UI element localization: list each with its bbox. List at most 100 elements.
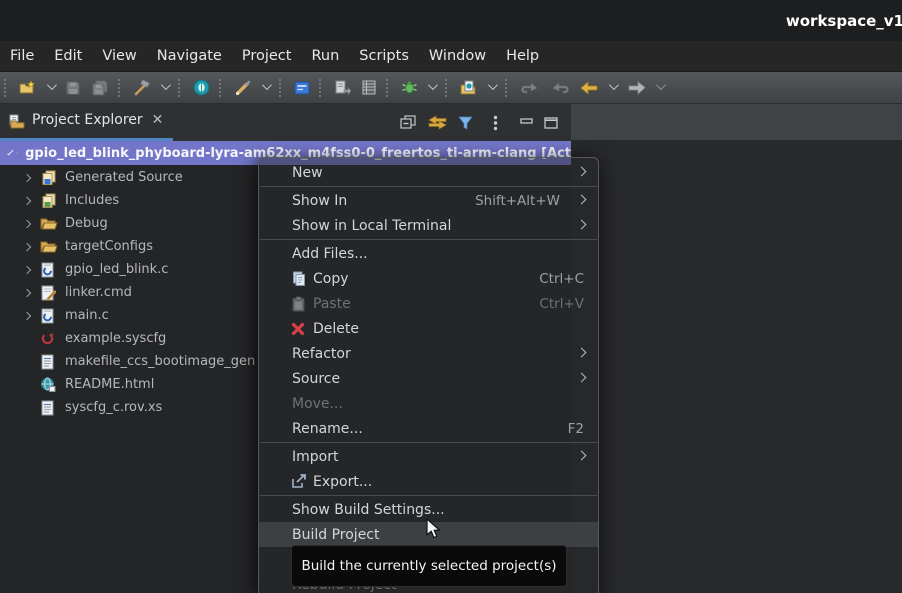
menu-item-delete[interactable]: Delete <box>259 316 598 341</box>
expander-icon[interactable] <box>23 196 31 204</box>
menu-run[interactable]: Run <box>301 43 349 69</box>
back-history-button[interactable] <box>517 79 543 97</box>
menu-item-show-in[interactable]: Show In Shift+Alt+W <box>259 188 598 213</box>
submenu-arrow-icon <box>577 373 587 383</box>
editor-area <box>571 104 902 593</box>
main-toolbar <box>0 72 902 104</box>
new-wizard-dropdown-icon[interactable] <box>47 80 57 90</box>
generated-source-icon <box>40 170 58 186</box>
collapse-all-button[interactable] <box>400 115 417 130</box>
debug-bug-button[interactable] <box>398 78 421 97</box>
gray-forward-arrow-icon <box>627 81 646 95</box>
tree-item-label: README.html <box>65 377 154 392</box>
toolbar-separator <box>505 79 509 97</box>
last-edit-back-button[interactable] <box>577 79 602 97</box>
debug-launch-button[interactable] <box>190 77 213 98</box>
shortcut-label: Ctrl+C <box>539 271 586 287</box>
tree-item-label: linker.cmd <box>65 285 132 300</box>
shortcut-label: Shift+Alt+W <box>475 193 586 209</box>
copy-resource-button[interactable] <box>331 78 354 98</box>
text-file-icon <box>40 354 55 370</box>
toolbar-separator <box>219 79 223 97</box>
menu-view[interactable]: View <box>92 43 146 69</box>
back-dropdown-icon[interactable] <box>609 80 619 90</box>
flash-dropdown-icon[interactable] <box>262 80 272 90</box>
application-window: workspace_v1 File Edit View Navigate Pro… <box>0 0 902 593</box>
c-file-icon <box>40 308 55 324</box>
shortcut-label: F2 <box>568 421 586 437</box>
registers-icon <box>361 80 377 95</box>
toolbar-separator <box>319 79 323 97</box>
menu-item-refactor[interactable]: Refactor <box>259 341 598 366</box>
link-with-editor-button[interactable] <box>428 115 447 130</box>
toolbar-separator <box>279 79 283 97</box>
menu-help[interactable]: Help <box>496 43 549 69</box>
shortcut-label: Ctrl+V <box>539 296 586 312</box>
build-dropdown-icon[interactable] <box>161 80 171 90</box>
menu-item-move[interactable]: Move... <box>259 391 598 416</box>
next-edit-forward-button[interactable] <box>624 79 649 97</box>
menu-item-show-in-local-terminal[interactable]: Show in Local Terminal <box>259 213 598 238</box>
debug-bug-dropdown-icon[interactable] <box>428 80 438 90</box>
tab-project-explorer[interactable]: Project Explorer ✕ <box>0 104 173 141</box>
expander-icon[interactable] <box>7 148 13 154</box>
yellow-back-arrow-icon <box>580 81 599 95</box>
minimize-button[interactable] <box>520 118 533 128</box>
menu-item-new[interactable]: New <box>259 160 598 185</box>
menu-item-source[interactable]: Source <box>259 366 598 391</box>
flash-button[interactable] <box>231 78 255 98</box>
hammer-icon <box>133 80 151 96</box>
expander-icon[interactable] <box>23 219 31 227</box>
view-menu-button[interactable] <box>493 115 498 131</box>
load-program-dropdown-icon[interactable] <box>488 80 498 90</box>
submenu-arrow-icon <box>577 220 587 230</box>
expander-icon[interactable] <box>23 311 31 319</box>
new-folder-icon <box>19 80 37 96</box>
toolbar-separator <box>4 79 8 97</box>
console-button[interactable] <box>291 79 313 97</box>
menu-scripts[interactable]: Scripts <box>349 43 419 69</box>
menu-item-paste[interactable]: Paste Ctrl+V <box>259 291 598 316</box>
close-tab-icon[interactable]: ✕ <box>152 112 164 128</box>
maximize-button[interactable] <box>544 117 558 129</box>
project-explorer-tab-strip: Project Explorer ✕ <box>0 104 571 141</box>
tree-item-label: main.c <box>65 308 109 323</box>
folder-icon <box>40 216 58 231</box>
save-button[interactable] <box>62 78 84 98</box>
flash-pen-icon <box>234 80 252 96</box>
menu-navigate[interactable]: Navigate <box>147 43 232 69</box>
build-button[interactable] <box>130 78 154 98</box>
load-program-button[interactable] <box>457 78 481 98</box>
expander-icon[interactable] <box>23 288 31 296</box>
copy-icon <box>291 271 307 287</box>
new-wizard-button[interactable] <box>16 78 40 98</box>
expander-icon[interactable] <box>23 242 31 250</box>
folder-icon <box>40 239 58 254</box>
syscfg-file-icon <box>40 331 55 346</box>
forward-arrow-icon <box>550 81 570 95</box>
menu-item-rename[interactable]: Rename... F2 <box>259 416 598 441</box>
menu-item-add-files[interactable]: Add Files... <box>259 241 598 266</box>
forward-dropdown-icon[interactable] <box>656 80 666 90</box>
menu-item-import[interactable]: Import <box>259 444 598 469</box>
save-all-button[interactable] <box>88 78 112 98</box>
html-globe-icon <box>40 377 56 392</box>
menu-item-copy[interactable]: Copy Ctrl+C <box>259 266 598 291</box>
menu-window[interactable]: Window <box>419 43 496 69</box>
maximize-icon <box>544 117 558 129</box>
menu-project[interactable]: Project <box>232 43 302 69</box>
menu-file[interactable]: File <box>0 43 44 69</box>
debug-launch-icon <box>193 79 210 96</box>
expander-icon[interactable] <box>23 265 31 273</box>
title-bar: workspace_v1 <box>0 0 902 41</box>
filter-button[interactable] <box>458 116 473 130</box>
window-title: workspace_v1 <box>786 12 902 30</box>
menu-item-export[interactable]: Export... <box>259 469 598 494</box>
forward-history-button[interactable] <box>547 79 573 97</box>
menu-edit[interactable]: Edit <box>44 43 92 69</box>
registers-button[interactable] <box>358 78 380 97</box>
expander-icon[interactable] <box>23 173 31 181</box>
paste-icon <box>291 296 306 312</box>
export-icon <box>291 474 307 489</box>
toolbar-separator <box>445 79 449 97</box>
